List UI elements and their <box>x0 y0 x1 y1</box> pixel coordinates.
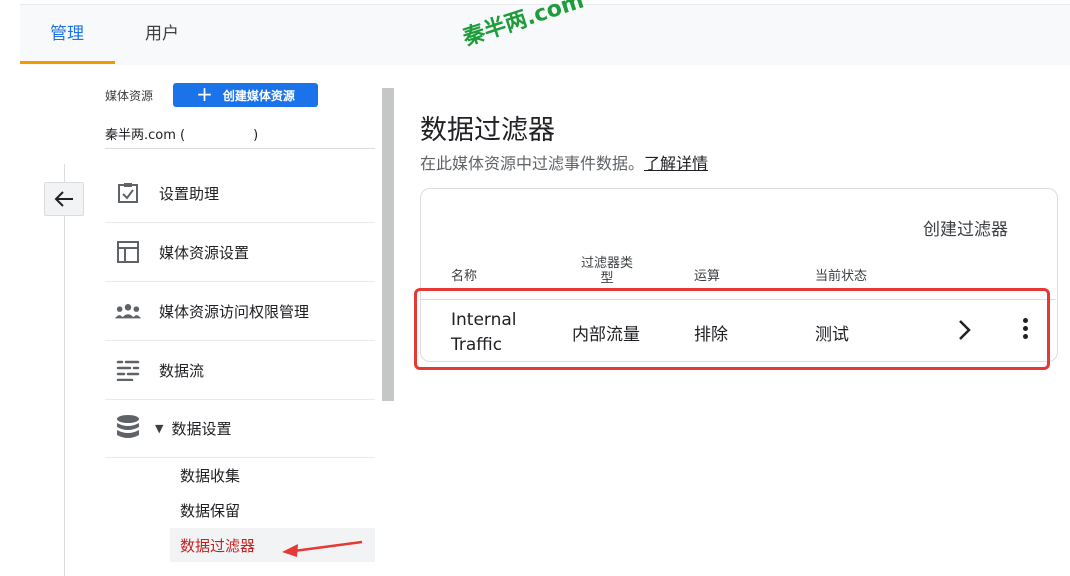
divider <box>105 148 375 149</box>
active-tab-indicator <box>20 61 115 64</box>
sidebar-item-label: 设置助理 <box>159 184 220 203</box>
property-selector[interactable]: 秦半两.com () <box>105 124 258 143</box>
page-subtitle: 在此媒体资源中过滤事件数据。了解详情 <box>420 150 708 174</box>
tab-admin[interactable]: 管理 <box>32 4 102 64</box>
plus-icon: + <box>196 82 213 106</box>
tab-users[interactable]: 用户 <box>127 4 197 64</box>
people-icon <box>115 298 141 324</box>
sidebar-subitem-data-filters[interactable]: 数据过滤器 <box>180 535 255 556</box>
sidebar-item-label: 媒体资源设置 <box>159 243 250 262</box>
sidebar-item-setup-assistant[interactable]: 设置助理 <box>105 164 375 223</box>
caret-down-icon[interactable]: ▼ <box>155 422 163 435</box>
annotation-arrow-icon <box>282 540 363 557</box>
layout-icon <box>115 239 141 265</box>
column-header-filter-type: 过滤器类型 <box>580 256 633 286</box>
subtitle-text: 在此媒体资源中过滤事件数据。 <box>420 154 645 173</box>
sidebar-item-label: 数据设置 <box>171 419 232 438</box>
sidebar-item-data-settings[interactable]: ▼ 数据设置 <box>105 399 375 458</box>
checklist-icon <box>115 180 141 206</box>
back-button[interactable] <box>44 182 84 216</box>
sidebar-scrollbar[interactable] <box>382 88 394 401</box>
nav-divider-line <box>64 164 65 576</box>
sidebar-item-property-settings[interactable]: 媒体资源设置 <box>105 223 375 282</box>
column-header-operation: 运算 <box>694 269 721 284</box>
property-name: 秦半两.com ( <box>105 128 186 143</box>
sidebar-item-data-streams[interactable]: 数据流 <box>105 341 375 400</box>
sidebar-subitem-data-retention[interactable]: 数据保留 <box>180 500 240 521</box>
page-title: 数据过滤器 <box>420 115 555 146</box>
column-header-name: 名称 <box>451 269 478 284</box>
column-header-status: 当前状态 <box>815 269 868 284</box>
arrow-left-icon <box>54 191 73 207</box>
annotation-highlight-box <box>414 288 1050 370</box>
property-name-suffix: ) <box>253 128 259 143</box>
create-resource-label: 创建媒体资源 <box>222 88 295 103</box>
sidebar-item-access-management[interactable]: 媒体资源访问权限管理 <box>105 282 375 341</box>
sidebar-item-label: 媒体资源访问权限管理 <box>159 302 310 321</box>
learn-more-link[interactable]: 了解详情 <box>644 154 708 173</box>
create-resource-button[interactable]: + 创建媒体资源 <box>173 83 318 107</box>
sidebar-item-label: 数据流 <box>159 361 205 380</box>
create-filter-button[interactable]: 创建过滤器 <box>923 215 1008 240</box>
resource-label: 媒体资源 <box>105 89 154 103</box>
database-icon <box>115 415 141 441</box>
sidebar-subitem-data-collection[interactable]: 数据收集 <box>180 465 240 486</box>
streams-icon <box>115 357 141 383</box>
